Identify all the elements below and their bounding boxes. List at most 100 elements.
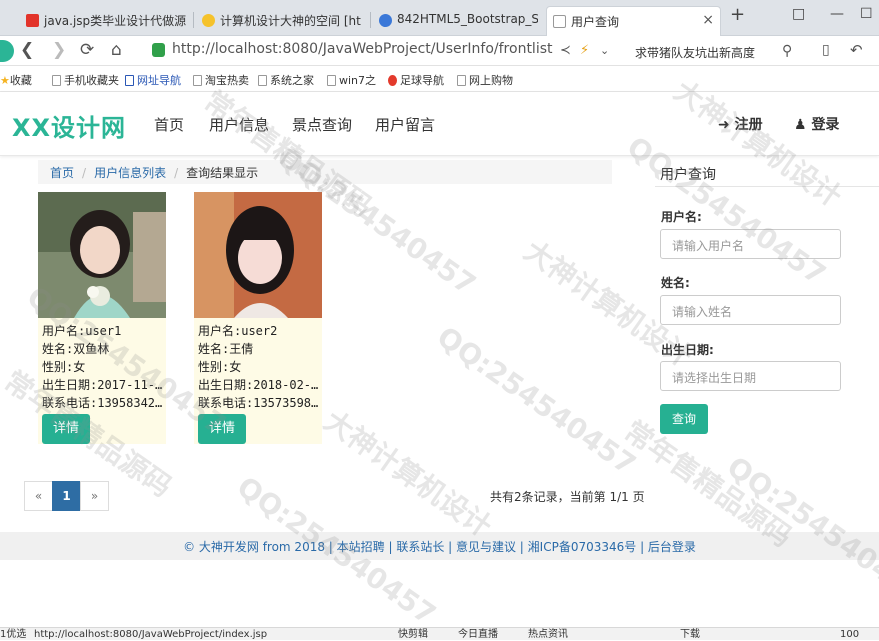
shield-icon: [152, 43, 165, 57]
breadcrumb-home[interactable]: 首页: [50, 166, 74, 180]
page-1-button[interactable]: 1: [52, 481, 81, 511]
bookmark-item[interactable]: 网上购物: [457, 72, 513, 88]
breadcrumb-list[interactable]: 用户信息列表: [94, 166, 166, 180]
bookmarks-bar: ★收藏 手机收藏夹 网址导航 淘宝热卖 系统之家 win7之 足球导航 网上购物: [0, 66, 879, 92]
nav-user-info[interactable]: 用户信息: [209, 114, 269, 135]
watermark: QQ:254540457: [721, 450, 879, 612]
browser-tab-active[interactable]: 用户查询 ×: [546, 6, 721, 36]
bookmark-favorites[interactable]: ★收藏: [0, 72, 32, 88]
name-text: 姓名:双鱼林: [42, 342, 110, 356]
back-icon[interactable]: ❮: [20, 40, 34, 60]
birthday-text: 出生日期:2017-11-06: [42, 378, 164, 392]
username-text: 用户名:user1: [42, 324, 122, 338]
gender-text: 性别:女: [198, 360, 242, 374]
username-input[interactable]: 请输入用户名: [660, 229, 841, 259]
minimize-icon[interactable]: —: [830, 6, 844, 22]
breadcrumb-current: 查询结果显示: [186, 166, 259, 180]
breadcrumb: 首页 / 用户信息列表 / 查询结果显示: [38, 160, 612, 184]
next-page-button[interactable]: »: [80, 481, 109, 511]
detail-button[interactable]: 详情: [198, 414, 246, 444]
bookmark-item[interactable]: win7之: [327, 72, 376, 88]
bookmark-item[interactable]: 淘宝热卖: [193, 72, 249, 88]
browser-status-bar: 1优选 http://localhost:8080/JavaWebProject…: [0, 627, 879, 640]
nav-messages[interactable]: 用户留言: [375, 114, 435, 135]
maximize-icon[interactable]: ☐: [860, 6, 873, 22]
url-text: http://localhost:8080/JavaWebProject/Use…: [172, 41, 553, 57]
site-footer[interactable]: © 大神开发网 from 2018 | 本站招聘 | 联系站长 | 意见与建议 …: [0, 532, 879, 560]
record-summary: 共有2条记录，当前第 1/1 页: [490, 490, 645, 504]
birthday-input[interactable]: 请选择出生日期: [660, 361, 841, 391]
browser-tab-3[interactable]: 842HTML5_Bootstrap_SS: [373, 6, 538, 36]
mobile-icon: [52, 75, 61, 86]
page-icon: [258, 75, 267, 86]
tab-divider: [193, 12, 194, 28]
status-item[interactable]: 今日直播: [458, 628, 498, 641]
register-link[interactable]: ➜ 注册: [718, 114, 763, 134]
home-icon[interactable]: ⌂: [111, 40, 122, 60]
new-tab-button[interactable]: +: [730, 4, 745, 25]
lightning-icon[interactable]: ⚡: [580, 43, 589, 58]
url-field[interactable]: http://localhost:8080/JavaWebProject/Use…: [148, 39, 616, 63]
bookmark-item[interactable]: 足球导航: [388, 72, 444, 88]
watermark: 大神计算机设计: [318, 404, 498, 544]
breadcrumb-sep: /: [174, 166, 179, 180]
user-photo[interactable]: [38, 192, 166, 318]
user-info: 用户名:user2 姓名:王倩 性别:女 出生日期:2018-02-01 联系电…: [198, 322, 320, 412]
nav-home[interactable]: 首页: [154, 114, 184, 135]
divider: [655, 186, 879, 187]
phone-text: 联系电话:13573598…: [198, 396, 319, 410]
status-left: 1优选: [0, 629, 27, 640]
page-icon: [327, 75, 336, 86]
query-button[interactable]: 查询: [660, 404, 708, 434]
forward-icon[interactable]: ❯: [52, 40, 66, 60]
watermark: QQ:254540457: [431, 320, 642, 482]
status-item: 100: [840, 629, 860, 640]
football-icon: [388, 75, 397, 86]
status-item[interactable]: 下载: [680, 628, 700, 641]
browser-tab-1[interactable]: java.jsp类毕业设计代做源: [20, 6, 190, 36]
status-item[interactable]: 热点资讯: [528, 628, 568, 641]
gender-text: 性别:女: [42, 360, 86, 374]
user-card: 用户名:user2 姓名:王倩 性别:女 出生日期:2018-02-01 联系电…: [194, 192, 322, 444]
star-icon: [202, 14, 215, 27]
sidebar-toggle-icon[interactable]: [0, 40, 14, 62]
shirt-icon[interactable]: □: [792, 6, 805, 22]
birth-label: 出生日期:: [661, 343, 714, 357]
user-photo[interactable]: [194, 192, 322, 318]
bookmark-item[interactable]: 网址导航: [125, 72, 181, 88]
browser-tab-2[interactable]: 计算机设计大神的空间 [ht: [196, 6, 366, 36]
share-icon[interactable]: ≺: [560, 43, 571, 58]
chevron-down-icon[interactable]: ⌄: [600, 44, 609, 57]
search-suggestion[interactable]: 求带猪队友坑出新高度: [635, 44, 755, 61]
tab-title: 计算机设计大神的空间 [ht: [220, 14, 361, 28]
search-icon[interactable]: ⚲: [782, 43, 792, 59]
nav-scenic-query[interactable]: 景点查询: [292, 114, 352, 135]
reload-icon[interactable]: ⟳: [80, 40, 94, 60]
page-icon: [553, 15, 566, 28]
pagination: « 1 »: [24, 481, 109, 511]
name-input[interactable]: 请输入姓名: [660, 295, 841, 325]
tab-title: java.jsp类毕业设计代做源: [44, 14, 187, 28]
page-icon: [457, 75, 466, 86]
page-icon: [193, 75, 202, 86]
undo-icon[interactable]: ↶: [850, 41, 863, 59]
user-info: 用户名:user1 姓名:双鱼林 性别:女 出生日期:2017-11-06 联系…: [42, 322, 164, 412]
close-tab-icon[interactable]: ×: [702, 12, 714, 28]
site-header: XX设计网 首页 用户信息 景点查询 用户留言 ➜ 注册 ♟ 登录: [0, 92, 879, 156]
name-label: 姓名:: [661, 276, 690, 290]
status-item[interactable]: 快剪辑: [398, 628, 428, 641]
browser-tab-bar: java.jsp类毕业设计代做源 计算机设计大神的空间 [ht 842HTML5…: [0, 0, 879, 36]
tab-divider: [370, 12, 371, 28]
site-logo[interactable]: XX设计网: [12, 108, 126, 143]
status-url: http://localhost:8080/JavaWebProject/ind…: [34, 629, 268, 640]
address-bar: ❮ ❯ ⟳ ⌂ http://localhost:8080/JavaWebPro…: [0, 36, 879, 66]
login-link[interactable]: ♟ 登录: [794, 114, 839, 134]
detail-button[interactable]: 详情: [42, 414, 90, 444]
phone-icon[interactable]: ▯: [822, 42, 830, 58]
sign-in-icon: ➜: [718, 117, 730, 133]
tab-title: 用户查询: [571, 15, 620, 29]
bookmark-item[interactable]: 手机收藏夹: [52, 72, 119, 88]
birthday-text: 出生日期:2018-02-01: [198, 378, 320, 392]
bookmark-item[interactable]: 系统之家: [258, 72, 314, 88]
prev-page-button[interactable]: «: [24, 481, 53, 511]
